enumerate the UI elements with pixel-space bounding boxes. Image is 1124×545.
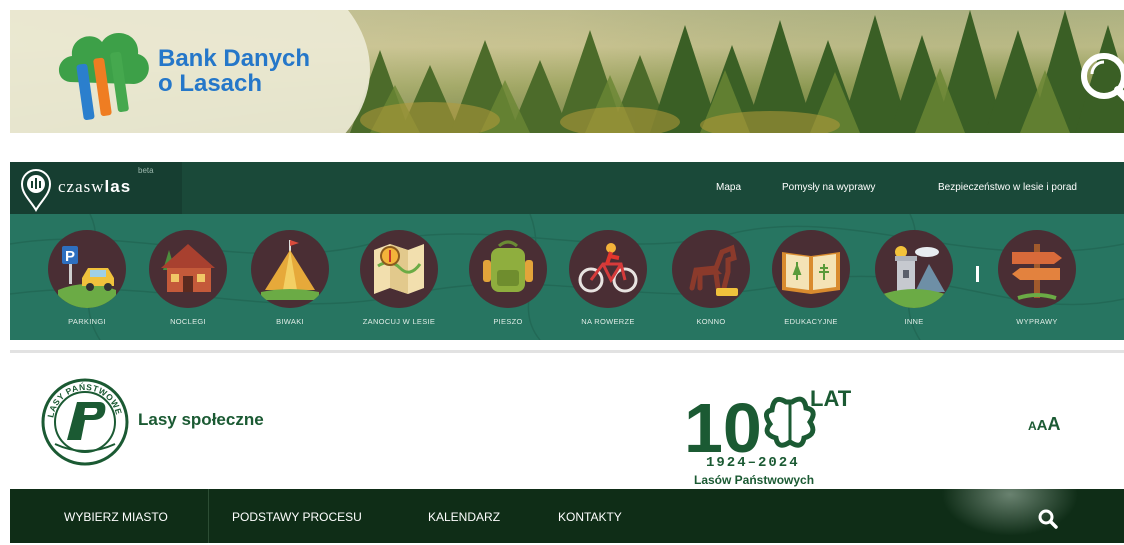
nav-link-mapa[interactable]: Mapa bbox=[716, 162, 741, 214]
site-title[interactable]: Lasy społeczne bbox=[138, 410, 264, 430]
category-disc bbox=[251, 230, 329, 308]
svg-text:P: P bbox=[65, 248, 75, 265]
font-size-large[interactable]: A bbox=[1048, 414, 1061, 435]
category-disc bbox=[469, 230, 547, 308]
lasy-spoleczne-header: LASY PAŃSTWOWE Lasy społeczne 10 LAT 192… bbox=[10, 356, 1124, 543]
menu-podstawy-procesu[interactable]: PODSTAWY PROCESU bbox=[232, 489, 362, 543]
category-disc bbox=[569, 230, 647, 308]
category-label: EDUKACYJNE bbox=[784, 317, 838, 326]
category-wyprawy[interactable]: WYPRAWY bbox=[982, 230, 1092, 330]
czas-w-las-brand[interactable]: czaswlas beta bbox=[10, 162, 182, 214]
category-biwaki[interactable]: BIWAKI bbox=[235, 230, 345, 330]
category-disc bbox=[672, 230, 750, 308]
bdl-logo-line1: Bank Danych bbox=[158, 45, 311, 72]
oak-leaf-icon bbox=[764, 396, 816, 448]
category-noclegi[interactable]: NOCLEGI bbox=[133, 230, 243, 330]
nav-link-pomysly[interactable]: Pomysły na wyprawy bbox=[782, 162, 875, 214]
brand-text-bold: las bbox=[104, 177, 132, 196]
map-icon bbox=[374, 244, 424, 294]
category-edukacyjne[interactable]: EDUKACYJNE bbox=[756, 230, 866, 330]
category-pieszo[interactable]: PIESZO bbox=[453, 230, 563, 330]
bicycle-icon bbox=[578, 243, 638, 293]
font-size-medium[interactable]: A bbox=[1037, 417, 1048, 434]
bank-danych-banner: Bank Danych o Lasach bbox=[10, 10, 1124, 133]
category-label: PIESZO bbox=[493, 317, 523, 326]
category-disc bbox=[875, 230, 953, 308]
category-divider bbox=[976, 266, 979, 282]
font-size-control[interactable]: AAA bbox=[1028, 414, 1061, 435]
category-disc bbox=[998, 230, 1076, 308]
beta-badge: beta bbox=[138, 166, 154, 175]
anniversary-caption: Lasów Państwowych bbox=[694, 473, 814, 487]
cabin-icon bbox=[161, 244, 215, 292]
category-zanocuj-w-lesie[interactable]: ZANOCUJ W LESIE bbox=[344, 230, 454, 330]
menu-separator bbox=[208, 489, 209, 543]
bdl-logo-line2: o Lasach bbox=[158, 70, 263, 97]
bdl-logo-text[interactable]: Bank Danych o Lasach bbox=[158, 46, 310, 96]
category-label: BIWAKI bbox=[276, 317, 304, 326]
category-disc bbox=[149, 230, 227, 308]
category-label: ZANOCUJ W LESIE bbox=[362, 317, 436, 326]
search-icon[interactable] bbox=[1038, 509, 1058, 529]
menu-kalendarz[interactable]: KALENDARZ bbox=[428, 489, 500, 543]
category-label: NA ROWERZE bbox=[581, 317, 635, 326]
category-label: NOCLEGI bbox=[170, 317, 206, 326]
font-size-small[interactable]: A bbox=[1028, 419, 1037, 433]
section-divider bbox=[10, 350, 1124, 353]
menu-kontakty[interactable]: KONTAKTY bbox=[558, 489, 622, 543]
search-icon[interactable] bbox=[1078, 50, 1124, 108]
tree-pin-icon bbox=[20, 169, 52, 212]
tent-icon bbox=[261, 240, 319, 300]
signpost-icon bbox=[1012, 244, 1062, 300]
category-inne[interactable]: INNE bbox=[859, 230, 969, 330]
category-label: PARKINGI bbox=[68, 317, 106, 326]
lasy-panstwowe-seal-icon[interactable]: LASY PAŃSTWOWE bbox=[41, 378, 129, 466]
nav-link-bezpieczenstwo[interactable]: Bezpieczeństwo w lesie i porad bbox=[938, 162, 1077, 214]
horse-icon bbox=[689, 244, 738, 296]
anniversary-years: 1924–2024 bbox=[706, 455, 800, 471]
category-na-rowerze[interactable]: NA ROWERZE bbox=[553, 230, 663, 330]
main-menu-bar: WYBIERZ MIASTO PODSTAWY PROCESU KALENDAR… bbox=[10, 489, 1124, 543]
category-disc bbox=[772, 230, 850, 308]
brand-text-regular: czasw bbox=[58, 177, 105, 196]
menu-bar-glow bbox=[930, 489, 1090, 543]
tower-icon bbox=[883, 246, 945, 308]
menu-wybierz-miasto[interactable]: WYBIERZ MIASTO bbox=[64, 489, 168, 543]
category-konno[interactable]: KONNO bbox=[656, 230, 766, 330]
category-parkingi[interactable]: P PARKINGI bbox=[32, 230, 142, 330]
czas-w-las-header: czaswlas beta Mapa Pomysły na wyprawy Be… bbox=[10, 162, 1124, 340]
category-label: INNE bbox=[904, 317, 924, 326]
category-disc bbox=[360, 230, 438, 308]
brand-wordmark: czaswlas bbox=[58, 177, 131, 197]
book-icon bbox=[782, 252, 840, 294]
backpack-icon bbox=[483, 240, 533, 292]
category-disc: P bbox=[48, 230, 126, 308]
anniversary-100-years-logo: 10 LAT 1924–2024 Lasów Państwowych bbox=[684, 386, 852, 487]
category-label: WYPRAWY bbox=[1016, 317, 1058, 326]
category-label: KONNO bbox=[696, 317, 726, 326]
parking-icon: P bbox=[58, 246, 116, 308]
bdl-logo-icon bbox=[58, 32, 149, 121]
anniversary-lat: LAT bbox=[810, 386, 852, 411]
